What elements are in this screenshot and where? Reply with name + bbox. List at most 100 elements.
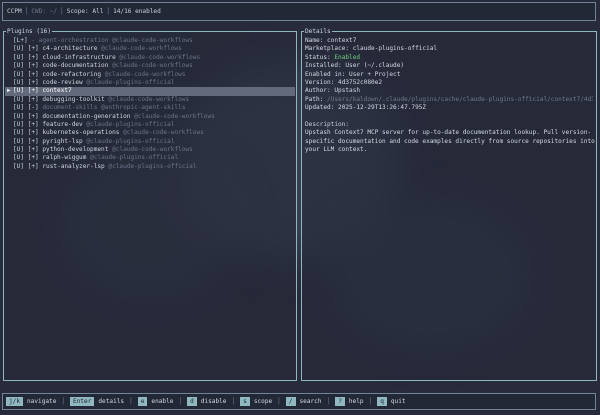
detail-value: 2025-12-29T13:26:47.795Z bbox=[338, 104, 427, 112]
detail-value: User + Project bbox=[349, 70, 401, 78]
detail-key: Author: bbox=[305, 87, 335, 95]
plugin-row[interactable]: [U] [-] document-skills @anthropic-agent… bbox=[5, 104, 295, 112]
detail-key: Marketplace: bbox=[305, 45, 353, 53]
plugin-name: pyright-lsp bbox=[42, 137, 83, 145]
help-hint: ? help bbox=[335, 397, 364, 406]
separator: │ bbox=[368, 398, 373, 405]
separator: │ bbox=[61, 398, 66, 405]
detail-key: Installed: bbox=[305, 62, 346, 70]
help-key: q bbox=[377, 397, 387, 406]
plugin-marketplace: @claude-plugins-official bbox=[86, 78, 175, 86]
plugin-name: context7 bbox=[42, 87, 72, 95]
help-hint: j/k navigate bbox=[6, 397, 56, 406]
detail-value: Upstash bbox=[334, 87, 361, 95]
plugin-row[interactable]: [U] [+] kubernetes-operations @claude-co… bbox=[5, 129, 295, 137]
detail-line: Version: 4d3752c080e2 bbox=[305, 79, 593, 87]
plugin-row[interactable]: [L+] - agent-orchestration @claude-code-… bbox=[5, 37, 295, 45]
help-key: ? bbox=[335, 397, 345, 406]
separator: │ bbox=[277, 398, 281, 405]
details-panel-title: Details bbox=[304, 27, 332, 36]
help-key: Enter bbox=[70, 397, 95, 406]
plugin-row[interactable]: [U] [+] documentation-generation @claude… bbox=[5, 113, 295, 121]
plugin-status: [U] [+] bbox=[13, 137, 39, 145]
plugin-status: [U] [+] bbox=[13, 154, 39, 162]
app-name: CCPM bbox=[7, 8, 22, 15]
plugin-row[interactable]: [U] [+] debugging-toolkit @claude-code-w… bbox=[5, 96, 295, 104]
enabled-count: 14/16 enabled bbox=[113, 8, 161, 15]
plugin-status: [U] [+] bbox=[13, 129, 39, 137]
plugin-marketplace: @claude-plugins-official bbox=[108, 162, 197, 170]
plugin-name: c4-architecture bbox=[42, 45, 98, 53]
plugin-name: document-skills bbox=[42, 104, 98, 112]
plugin-status: [U] [+] bbox=[13, 45, 39, 53]
plugin-marketplace: @claude-code-workflows bbox=[123, 129, 204, 137]
plugin-row[interactable]: [U] [+] cloud-infrastructure @claude-cod… bbox=[5, 54, 295, 62]
detail-key: Updated: bbox=[305, 104, 339, 112]
detail-key: Status: bbox=[305, 53, 335, 61]
plugin-status: [U] [+] bbox=[13, 87, 39, 95]
plugin-row[interactable]: [U] [+] rust-analyzer-lsp @claude-plugin… bbox=[5, 163, 295, 171]
separator: │ bbox=[24, 8, 29, 15]
help-key: d bbox=[187, 397, 197, 406]
cwd-label: CWD: ~/ bbox=[31, 8, 58, 15]
plugins-panel: Plugins (16) [L+] - agent-orchestration … bbox=[3, 27, 297, 381]
help-key: j/k bbox=[6, 397, 24, 406]
plugin-row[interactable]: [U] [+] python-development @claude-code-… bbox=[5, 146, 295, 154]
detail-line: Author: Upstash bbox=[305, 87, 593, 95]
detail-key: Name: bbox=[305, 37, 328, 44]
plugin-row[interactable]: [U] [+] pyright-lsp @claude-plugins-offi… bbox=[5, 138, 295, 146]
plugin-name: python-development bbox=[42, 146, 109, 154]
plugin-name: feature-dev bbox=[42, 120, 83, 128]
detail-line: Name: context7 bbox=[305, 37, 593, 45]
plugin-status: [U] [+] bbox=[13, 70, 39, 78]
help-hint: / search bbox=[285, 397, 322, 406]
plugin-row[interactable]: [U] [+] code-refactoring @claude-code-wo… bbox=[5, 71, 295, 79]
plugin-status: [L+] bbox=[13, 37, 28, 44]
plugin-row[interactable]: [U] [+] c4-architecture @claude-code-wor… bbox=[5, 45, 295, 53]
description-text: Upstash Context7 MCP server for up-to-da… bbox=[305, 129, 595, 154]
detail-value: 4d3752c080e2 bbox=[338, 78, 383, 86]
plugin-marketplace: @claude-code-workflows bbox=[134, 112, 215, 120]
help-label: search bbox=[299, 398, 322, 405]
status-bar: CCPM │ CWD: ~/ │ Scope: All │ 14/16 enab… bbox=[2, 2, 596, 21]
plugin-marketplace: @claude-code-workflows bbox=[112, 37, 193, 44]
plugin-name: - agent-orchestration bbox=[31, 37, 109, 44]
plugin-status: [U] [+] bbox=[13, 53, 39, 61]
help-hint: q quit bbox=[377, 397, 406, 406]
help-label: details bbox=[98, 398, 125, 405]
plugin-row[interactable]: [U] [+] code-review @claude-plugins-offi… bbox=[5, 79, 295, 87]
help-label: enable bbox=[151, 398, 174, 405]
plugin-name: debugging-toolkit bbox=[42, 95, 105, 103]
plugin-marketplace: @claude-code-workflows bbox=[112, 62, 193, 70]
plugin-marketplace: @claude-code-workflows bbox=[104, 70, 186, 78]
plugin-status: [U] [+] bbox=[13, 112, 39, 120]
plugin-status: [U] [+] bbox=[13, 120, 39, 128]
separator: │ bbox=[60, 8, 64, 15]
details-panel: Details Name: context7 Marketplace: claud… bbox=[301, 27, 597, 381]
plugin-row[interactable]: ▶ [U] [+] context7 bbox=[5, 87, 295, 96]
plugin-row[interactable]: [U] [+] feature-dev @claude-plugins-offi… bbox=[5, 121, 295, 129]
plugin-status: [U] [+] bbox=[13, 162, 39, 170]
plugin-row[interactable]: [U] [+] code-documentation @claude-code-… bbox=[5, 62, 295, 70]
help-label: help bbox=[348, 398, 364, 405]
plugin-row[interactable]: [U] [+] ralph-wiggum @claude-plugins-off… bbox=[5, 154, 295, 162]
detail-key: Path: bbox=[305, 95, 328, 103]
detail-value: claude-plugins-official bbox=[352, 45, 438, 53]
plugin-marketplace: @claude-code-workflows bbox=[112, 146, 193, 154]
plugin-name: rust-analyzer-lsp bbox=[42, 162, 105, 170]
detail-value: Enabled bbox=[334, 53, 361, 61]
separator: │ bbox=[129, 398, 133, 405]
help-label: quit bbox=[390, 398, 406, 405]
help-bar: j/k navigate │ Enter details │ e enable │ d disabl… bbox=[2, 393, 596, 410]
help-label: scope bbox=[253, 398, 273, 405]
plugin-name: code-refactoring bbox=[42, 70, 102, 78]
help-key: e bbox=[137, 397, 148, 406]
plugin-name: documentation-generation bbox=[42, 112, 131, 120]
plugin-marketplace: @anthropic-agent-skills bbox=[101, 104, 186, 112]
detail-line: Installed: User (~/.claude) bbox=[305, 62, 593, 70]
detail-line: Path: /Users/kaldown/.claude/plugins/cac… bbox=[305, 96, 593, 104]
detail-key: Enabled in: bbox=[305, 70, 350, 78]
detail-value: context7 bbox=[327, 37, 357, 44]
plugin-list: [L+] - agent-orchestration @claude-code-… bbox=[5, 37, 295, 171]
